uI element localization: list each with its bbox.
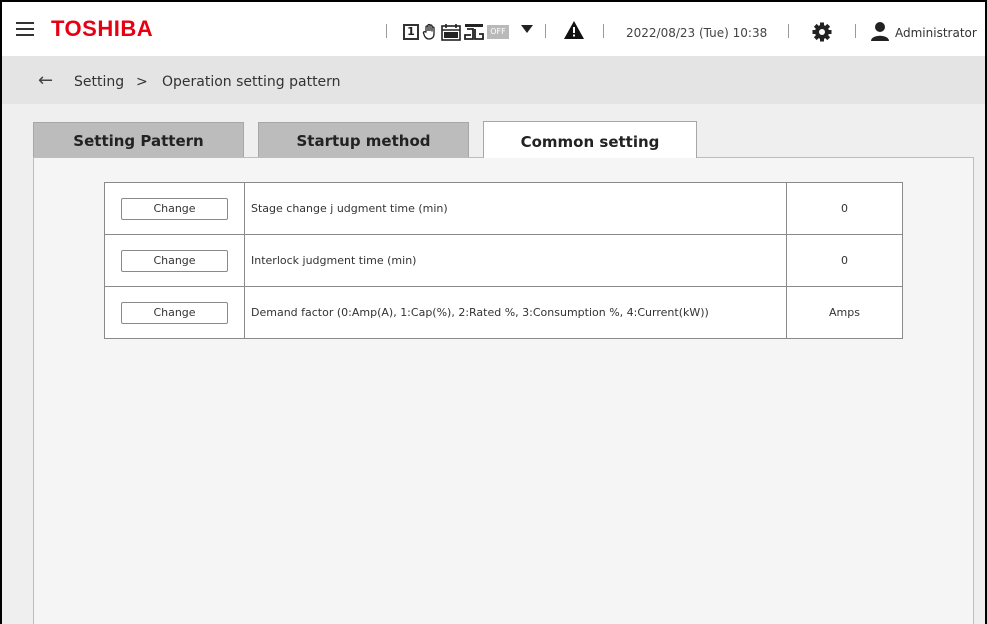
status-dropdown-caret-icon[interactable] bbox=[521, 25, 533, 33]
setting-label: Stage change j udgment time (min) bbox=[244, 182, 787, 235]
change-button[interactable]: Change bbox=[121, 249, 228, 272]
warning-icon[interactable] bbox=[563, 20, 585, 40]
breadcrumb-bar: ← Setting > Operation setting pattern bbox=[2, 56, 985, 104]
breadcrumb-setting[interactable]: Setting bbox=[74, 74, 124, 90]
settings-table: Change Stage change j udgment time (min)… bbox=[104, 182, 903, 339]
breadcrumb-separator: > bbox=[136, 74, 148, 90]
user-icon[interactable] bbox=[870, 21, 890, 41]
tab-setting-pattern[interactable]: Setting Pattern bbox=[33, 122, 244, 158]
gear-icon[interactable] bbox=[812, 22, 832, 42]
off-tag-icon: OFF bbox=[487, 25, 509, 39]
schedule-off-icon bbox=[441, 24, 461, 41]
setting-value: 0 bbox=[786, 182, 903, 235]
tab-startup-method[interactable]: Startup method bbox=[258, 122, 469, 158]
datetime-display: 2022/08/23 (Tue) 10:38 bbox=[626, 26, 768, 40]
hand-icon bbox=[422, 23, 435, 40]
setting-label: Interlock judgment time (min) bbox=[244, 234, 787, 287]
table-row: Change Demand factor (0:Amp(A), 1:Cap(%)… bbox=[104, 286, 903, 339]
table-row: Change Stage change j udgment time (min)… bbox=[104, 182, 903, 235]
breadcrumb-current-page: Operation setting pattern bbox=[162, 74, 341, 90]
status-icons: 1 OFF bbox=[403, 22, 509, 42]
hamburger-menu-icon[interactable] bbox=[16, 22, 34, 36]
change-button[interactable]: Change bbox=[121, 197, 228, 220]
table-row: Change Interlock judgment time (min) 0 bbox=[104, 234, 903, 287]
header-divider bbox=[603, 24, 604, 38]
toshiba-logo: TOSHIBA bbox=[51, 16, 154, 41]
header-divider bbox=[386, 24, 387, 38]
header-divider bbox=[855, 24, 856, 38]
tab-common-setting[interactable]: Common setting bbox=[483, 121, 697, 158]
header-divider bbox=[545, 24, 546, 38]
setting-value: Amps bbox=[786, 286, 903, 339]
change-button[interactable]: Change bbox=[121, 301, 228, 324]
box-one-icon: 1 bbox=[403, 24, 419, 40]
user-name[interactable]: Administrator bbox=[895, 26, 977, 40]
header-divider bbox=[788, 24, 789, 38]
interlock-icon bbox=[464, 24, 484, 40]
back-arrow-icon[interactable]: ← bbox=[38, 72, 53, 90]
setting-label: Demand factor (0:Amp(A), 1:Cap(%), 2:Rat… bbox=[244, 286, 787, 339]
setting-value: 0 bbox=[786, 234, 903, 287]
